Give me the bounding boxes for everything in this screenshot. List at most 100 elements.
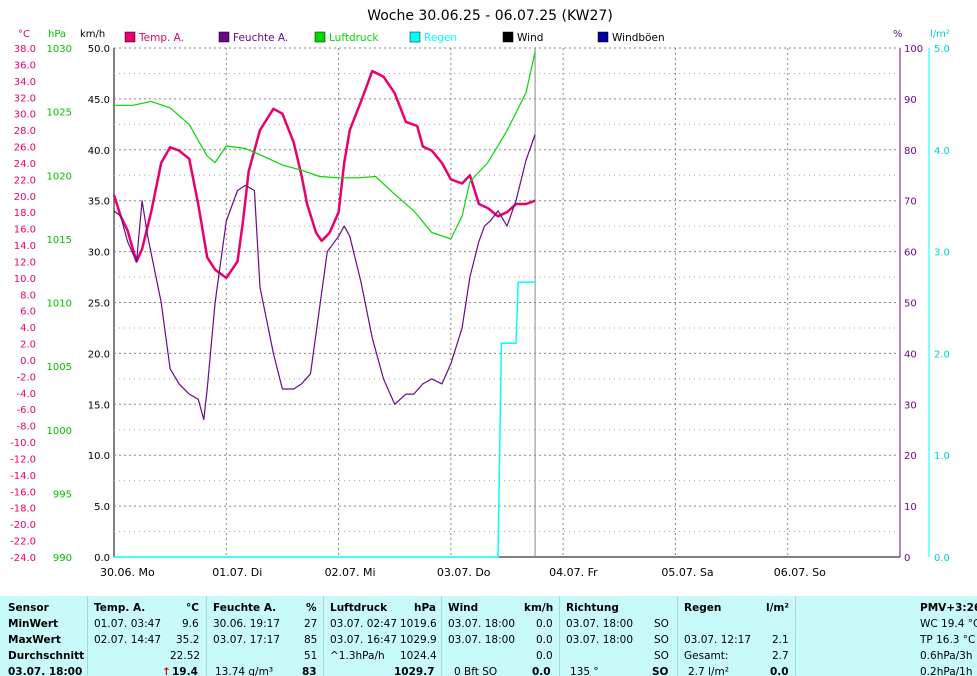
- temperature-tick-label: 10.0: [14, 274, 36, 285]
- column-separator: [677, 596, 678, 676]
- temperature-tick-label: 8.0: [20, 290, 36, 301]
- temperature-tick-label: 32.0: [14, 93, 36, 104]
- rain-header: Regen: [684, 602, 722, 614]
- humidity-tick-label: 90: [904, 95, 917, 106]
- weather-chart: Woche 30.06.25 - 06.07.25 (KW27) °C hPa …: [10, 8, 950, 579]
- temp-unit-label: °C: [18, 29, 30, 40]
- series-line-temp-a: [112, 69, 536, 280]
- wind-tick-label: 5.0: [94, 502, 110, 513]
- rain-unit-label: l/m²: [930, 29, 950, 40]
- temperature-tick-label: -24.0: [10, 553, 36, 564]
- humidity-tick-label: 80: [904, 146, 917, 157]
- rain-max-time: 03.07. 12:17: [684, 634, 751, 646]
- wind-tick-label: 40.0: [88, 146, 110, 157]
- temp-current: 19.4: [172, 666, 198, 676]
- wind-min-time: 03.07. 18:00: [448, 618, 515, 630]
- axis-tick-labels: 38.0 36.0 34.0 32.0 30.0 28.0 26.0 24.0 22.0 20.0…: [10, 44, 950, 564]
- rain-total-label: Gesamt:: [684, 650, 729, 662]
- series-layer: [112, 51, 536, 558]
- x-tick-label: 04.07. Fr: [549, 566, 598, 579]
- series-line-luftdruck: [114, 51, 536, 240]
- temperature-tick-label: -16.0: [10, 487, 36, 498]
- column-separator: [206, 596, 207, 676]
- chart-grid: [113, 47, 930, 558]
- direction-min-time: 03.07. 18:00: [566, 618, 633, 630]
- humidity-min-time: 30.06. 19:17: [213, 618, 280, 630]
- direction-max-value: SO: [654, 634, 669, 646]
- humidity-current: 83: [302, 666, 317, 676]
- pressure-trend: ^1.3hPa/h: [330, 650, 385, 662]
- wind-tick-label: 10.0: [88, 451, 110, 462]
- direction-current: SO: [652, 666, 669, 676]
- rain-unit: l/m²: [766, 602, 789, 614]
- temperature-tick-label: -2.0: [16, 372, 36, 383]
- legend-swatch: [409, 31, 421, 43]
- pressure-unit: hPa: [414, 602, 436, 614]
- wind-avg: 0.0: [536, 650, 553, 662]
- legend-swatch: [314, 31, 326, 43]
- temperature-tick-label: 16.0: [14, 225, 36, 236]
- pressure-tick-label: 1030: [47, 44, 72, 55]
- temp-avg: 22.52: [170, 650, 201, 662]
- wind-tick-label: 20.0: [88, 349, 110, 360]
- humidity-unit-label: %: [893, 29, 903, 40]
- windchill-value: WC 19.4 °C: [920, 618, 977, 630]
- column-separator: [795, 596, 796, 676]
- legend-swatch: [502, 31, 514, 43]
- temperature-tick-label: 6.0: [20, 307, 36, 318]
- temperature-tick-label: 20.0: [14, 192, 36, 203]
- wind-tick-label: 35.0: [88, 197, 110, 208]
- chart-title: Woche 30.06.25 - 06.07.25 (KW27): [367, 8, 613, 24]
- humidity-tick-label: 70: [904, 197, 917, 208]
- x-tick-label: 01.07. Di: [212, 566, 262, 579]
- humidity-absolute: 13.74 g/m³: [215, 666, 274, 676]
- x-axis-labels: 30.06. Mo 01.07. Di 02.07. Mi 03.07. Do 04.0…: [100, 566, 826, 579]
- pressure-tick-label: 1020: [47, 171, 72, 182]
- temperature-tick-label: 14.0: [14, 241, 36, 252]
- row-label-avg: Durchschnitt: [8, 650, 85, 662]
- rain-tick-label: 5.0: [934, 44, 950, 55]
- trend-up-icon: ↑: [162, 666, 171, 676]
- pressure-tick-label: 990: [53, 553, 72, 564]
- humidity-max-time: 03.07. 17:17: [213, 634, 280, 646]
- temp-min-time: 01.07. 03:47: [94, 618, 161, 630]
- temperature-tick-label: 34.0: [14, 77, 36, 88]
- x-tick-label: 06.07. So: [774, 566, 826, 579]
- pressure-max-time: 03.07. 16:47: [330, 634, 397, 646]
- wind-tick-label: 30.0: [88, 248, 110, 259]
- wind-unit: km/h: [524, 602, 554, 614]
- temperature-tick-label: -8.0: [16, 422, 36, 433]
- legend-label: Wind: [517, 32, 543, 44]
- legend-swatch: [597, 31, 609, 43]
- x-tick-label: 30.06. Mo: [100, 566, 155, 579]
- row-label-sensor: Sensor: [8, 602, 49, 614]
- wind-current: 0.0: [532, 666, 551, 676]
- temperature-tick-label: -20.0: [10, 520, 36, 531]
- pressure-tick-label: 1025: [47, 108, 72, 119]
- wind-unit-label: km/h: [80, 29, 105, 40]
- column-separator: [441, 596, 442, 676]
- humidity-tick-label: 100: [904, 44, 923, 55]
- temperature-tick-label: 12.0: [14, 257, 36, 268]
- temp-max-value: 35.2: [176, 634, 200, 646]
- temperature-tick-label: 0.0: [20, 356, 36, 367]
- legend-label: Luftdruck: [329, 32, 379, 44]
- temperature-tick-label: 22.0: [14, 175, 36, 186]
- humidity-tick-label: 30: [904, 400, 917, 411]
- legend-label: Regen: [424, 32, 457, 44]
- direction-header: Richtung: [566, 602, 619, 614]
- pressure-tick-label: 1000: [47, 426, 72, 437]
- legend-swatch: [218, 31, 230, 43]
- rain-tick-label: 2.0: [934, 349, 950, 360]
- rain-current-total: 2.7 l/m²: [688, 666, 729, 676]
- column-separator: [87, 596, 88, 676]
- pressure-min-value: 1019.6: [400, 618, 437, 630]
- dewpoint-value: TP 16.3 °C: [920, 634, 976, 646]
- rain-max-value: 2.1: [772, 634, 789, 646]
- x-tick-label: 05.07. Sa: [661, 566, 713, 579]
- row-label-min: MinWert: [8, 618, 59, 630]
- temperature-tick-label: 18.0: [14, 208, 36, 219]
- temperature-tick-label: -6.0: [16, 405, 36, 416]
- humidity-max-value: 85: [304, 634, 318, 646]
- temperature-tick-label: 38.0: [14, 44, 36, 55]
